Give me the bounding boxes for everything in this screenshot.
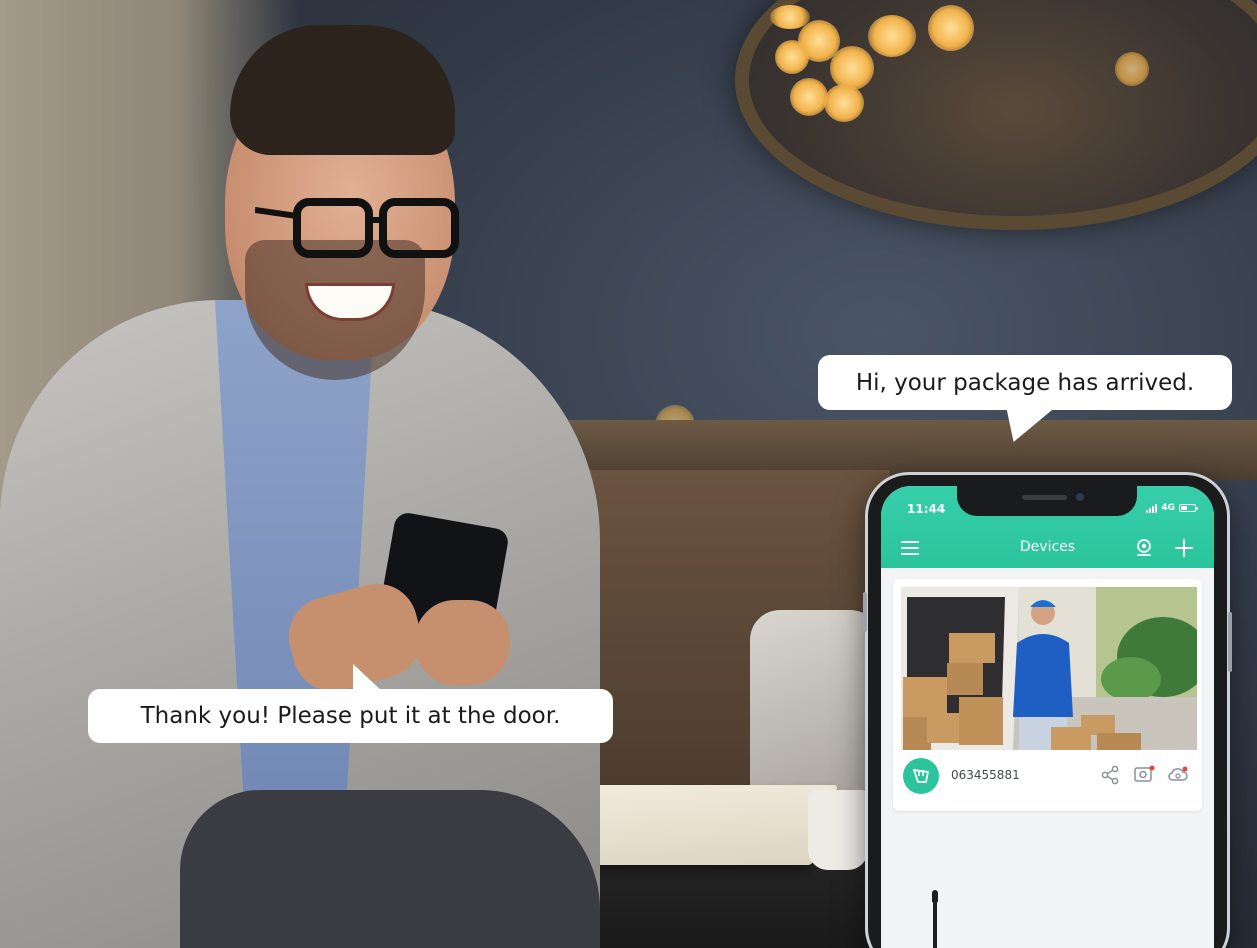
bokeh-light <box>830 46 874 90</box>
battery-icon <box>1179 504 1198 512</box>
bubble-tail <box>353 664 383 692</box>
marketing-scene: Hi, your package has arrived. Thank you!… <box>0 0 1257 948</box>
right-hand <box>415 600 510 685</box>
front-camera <box>1076 493 1084 501</box>
side-button <box>863 592 867 632</box>
status-time: 11:44 <box>907 502 946 516</box>
earpiece <box>1022 495 1067 500</box>
man-trousers <box>180 790 600 948</box>
cloud-icon[interactable] <box>1167 764 1189 786</box>
signal-icon <box>1146 503 1158 513</box>
share-icon[interactable] <box>1099 764 1121 786</box>
phone-screen: 11:44 4G Devices 063455881 <box>881 486 1214 948</box>
customer-message: Thank you! Please put it at the door. <box>140 703 561 729</box>
courier-speech-bubble: Hi, your package has arrived. <box>818 355 1232 442</box>
device-card[interactable]: 063455881 <box>893 579 1202 811</box>
location-pin-icon[interactable] <box>1135 538 1153 558</box>
bokeh-light <box>928 5 974 51</box>
camera-live-view[interactable] <box>901 587 1197 750</box>
eyeglasses <box>255 198 459 258</box>
courier-message: Hi, your package has arrived. <box>855 369 1195 396</box>
bokeh-light <box>824 84 864 122</box>
camera-device-icon <box>903 758 939 794</box>
playback-icon[interactable] <box>1133 764 1155 786</box>
chair <box>750 610 880 800</box>
network-type: 4G <box>1161 503 1175 513</box>
phone-notch <box>957 486 1137 516</box>
plus-icon[interactable] <box>1174 538 1194 558</box>
page-title: Devices <box>1019 539 1076 555</box>
status-indicators: 4G <box>1146 503 1198 513</box>
smartphone: 11:44 4G Devices 063455881 <box>863 472 1232 948</box>
camera-antenna <box>933 898 937 948</box>
device-id: 063455881 <box>951 768 1020 782</box>
device-row: 063455881 <box>893 750 1202 802</box>
man-hair <box>230 25 455 155</box>
bokeh-light <box>868 15 916 57</box>
bokeh-light <box>1115 52 1149 86</box>
bokeh-light <box>775 40 809 74</box>
side-button <box>1228 612 1232 672</box>
bokeh-light <box>790 78 828 116</box>
bubble-tail <box>1006 408 1062 442</box>
customer-speech-bubble: Thank you! Please put it at the door. <box>88 664 613 743</box>
coffee-cup <box>808 790 868 870</box>
